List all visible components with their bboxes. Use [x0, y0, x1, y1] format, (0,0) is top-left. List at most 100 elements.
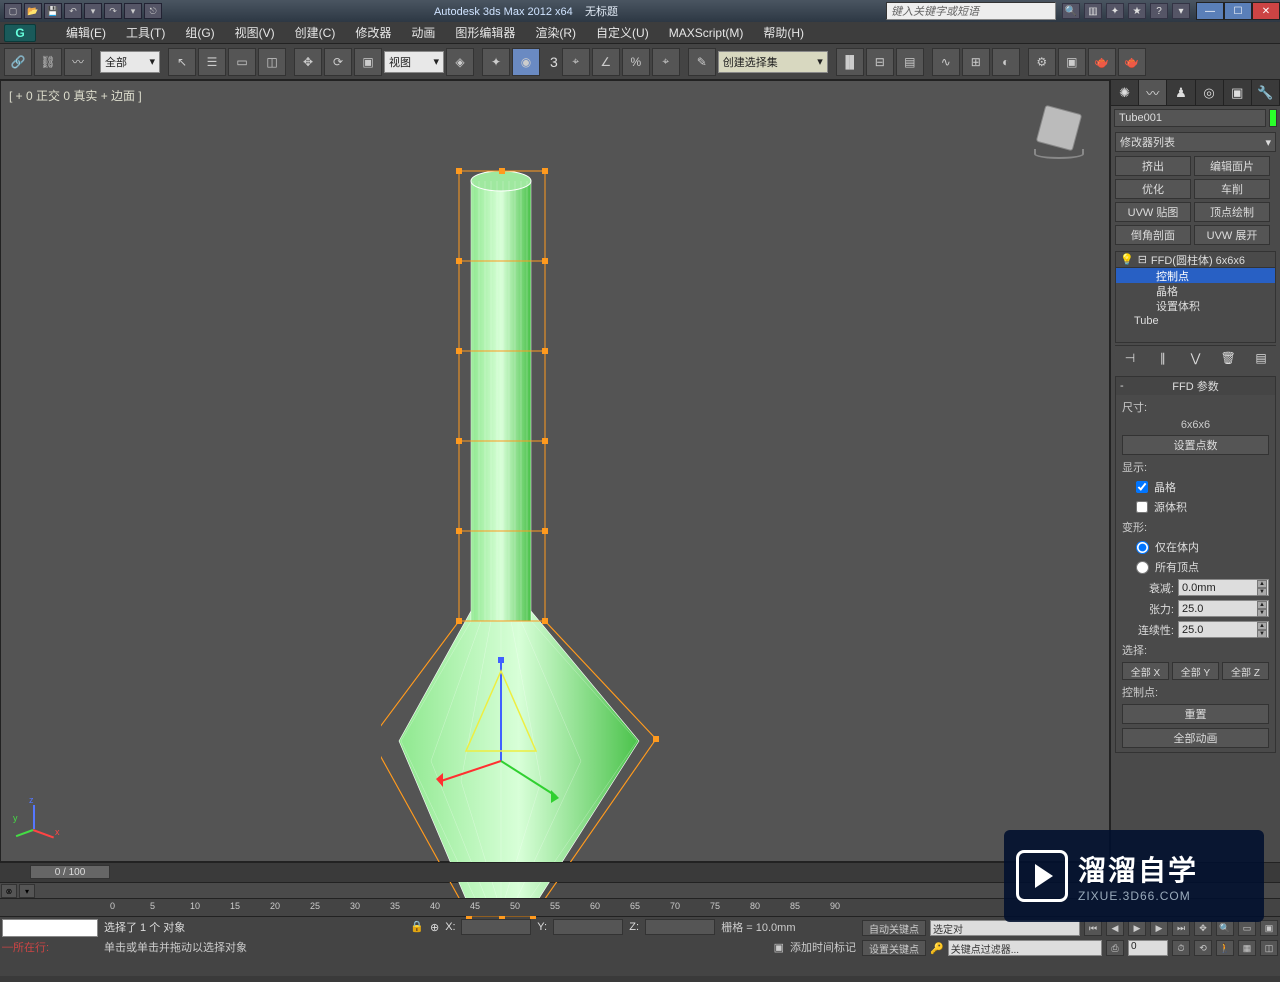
select-all-x-button[interactable]: 全部 X: [1122, 662, 1169, 680]
mod-btn-editpatch[interactable]: 编辑面片: [1194, 156, 1270, 176]
tool-scale-icon[interactable]: ▣: [354, 48, 382, 76]
selection-filter-combo[interactable]: 全部▾: [100, 51, 160, 73]
menu-tools[interactable]: 工具(T): [116, 22, 175, 43]
time-slider-handle[interactable]: 0 / 100: [30, 865, 110, 879]
stack-config-icon[interactable]: ▤: [1252, 350, 1270, 366]
stack-sub-volume[interactable]: 设置体积: [1116, 298, 1275, 313]
stack-sub-controlpoints[interactable]: 控制点: [1116, 268, 1275, 283]
tool-render-prod-icon[interactable]: 🫖: [1118, 48, 1146, 76]
mod-btn-uvwunwrap[interactable]: UVW 展开: [1194, 225, 1270, 245]
stack-base-tube[interactable]: Tube: [1116, 313, 1275, 328]
mod-btn-optimize[interactable]: 优化: [1115, 179, 1191, 199]
tool-material-editor-icon[interactable]: ◐: [992, 48, 1020, 76]
qa-save-icon[interactable]: 💾: [44, 3, 62, 19]
tab-modify-icon[interactable]: 〰: [1139, 80, 1167, 105]
tab-create-icon[interactable]: ✺: [1111, 80, 1139, 105]
spinner-continuity[interactable]: 25.0▲▼: [1178, 621, 1269, 638]
qa-undo-icon[interactable]: ↶: [64, 3, 82, 19]
close-button[interactable]: ✕: [1252, 2, 1280, 20]
qa-open-icon[interactable]: 📂: [24, 3, 42, 19]
check-lattice[interactable]: 晶格: [1122, 479, 1269, 495]
tool-render-icon[interactable]: 🫖: [1088, 48, 1116, 76]
check-source-volume[interactable]: 源体积: [1122, 499, 1269, 515]
named-selection-combo[interactable]: 创建选择集▾: [718, 51, 828, 73]
tool-link-icon[interactable]: 🔗: [4, 48, 32, 76]
tool-named-sel-edit-icon[interactable]: ✎: [688, 48, 716, 76]
ref-coord-combo[interactable]: 视图▾: [384, 51, 444, 73]
snap-angle-icon[interactable]: ∠: [592, 48, 620, 76]
tool-layer-icon[interactable]: ▤: [896, 48, 924, 76]
tool-render-setup-icon[interactable]: ⚙: [1028, 48, 1056, 76]
auto-key-button[interactable]: 自动关键点: [862, 920, 926, 936]
nav-max-toggle-icon[interactable]: ▦: [1238, 940, 1256, 956]
mod-btn-lathe[interactable]: 车削: [1194, 179, 1270, 199]
nav-walk-icon[interactable]: 🚶: [1216, 940, 1234, 956]
menu-views[interactable]: 视图(V): [225, 22, 285, 43]
minimize-button[interactable]: —: [1196, 2, 1224, 20]
rollout-header[interactable]: -FFD 参数: [1116, 377, 1275, 395]
tool-bind-icon[interactable]: 〰: [64, 48, 92, 76]
menu-modifiers[interactable]: 修改器: [345, 22, 401, 43]
tool-window-cross-icon[interactable]: ◫: [258, 48, 286, 76]
menu-create[interactable]: 创建(C): [285, 22, 346, 43]
tool-select-icon[interactable]: ↖: [168, 48, 196, 76]
menu-help[interactable]: 帮助(H): [753, 22, 814, 43]
modifier-list-combo[interactable]: 修改器列表▾: [1115, 132, 1276, 152]
coord-toggle-icon[interactable]: ⊕: [430, 921, 439, 934]
mod-btn-extrude[interactable]: 挤出: [1115, 156, 1191, 176]
trackbar-key-icon[interactable]: ⊗: [1, 884, 17, 898]
set-points-button[interactable]: 设置点数: [1122, 435, 1269, 455]
set-key-button[interactable]: 设置关键点: [862, 940, 926, 956]
tab-motion-icon[interactable]: ◎: [1196, 80, 1224, 105]
nav-orbit-icon[interactable]: ⟲: [1194, 940, 1212, 956]
prev-frame-icon[interactable]: ◀: [1106, 920, 1124, 936]
snap-toggle-icon[interactable]: ⌖: [562, 48, 590, 76]
add-time-tag[interactable]: 添加时间标记: [790, 939, 856, 955]
current-frame-field[interactable]: 0: [1128, 940, 1168, 956]
object-color-swatch[interactable]: [1269, 109, 1277, 127]
mod-btn-bevelprofile[interactable]: 倒角剖面: [1115, 225, 1191, 245]
modifier-stack[interactable]: 💡⊟FFD(圆柱体) 6x6x6 控制点 晶格 设置体积 Tube: [1115, 251, 1276, 343]
infocenter-help-icon[interactable]: ?: [1150, 3, 1168, 19]
viewport-label[interactable]: [ + 0 正交 0 真实 + 边面 ]: [9, 87, 142, 104]
mod-btn-vertexpaint[interactable]: 顶点绘制: [1194, 202, 1270, 222]
trackbar-menu-icon[interactable]: ▾: [19, 884, 35, 898]
stack-bulb-icon[interactable]: 💡: [1120, 253, 1134, 266]
menu-edit[interactable]: 编辑(E): [56, 22, 116, 43]
next-frame-icon[interactable]: ▶: [1150, 920, 1168, 936]
tool-rect-select-icon[interactable]: ▭: [228, 48, 256, 76]
animate-all-button[interactable]: 全部动画: [1122, 728, 1269, 748]
viewport-object-vase[interactable]: [381, 141, 681, 921]
goto-start-icon[interactable]: ⏮: [1084, 920, 1102, 936]
stack-show-icon[interactable]: ∥: [1154, 350, 1172, 366]
stack-sub-lattice[interactable]: 晶格: [1116, 283, 1275, 298]
select-all-z-button[interactable]: 全部 Z: [1222, 662, 1269, 680]
stack-pin-icon[interactable]: ⊣: [1121, 350, 1139, 366]
coord-z-field[interactable]: [645, 919, 715, 935]
spinner-tension[interactable]: 25.0▲▼: [1178, 600, 1269, 617]
radio-all[interactable]: 所有顶点: [1122, 559, 1269, 575]
stack-unique-icon[interactable]: ⋁: [1187, 350, 1205, 366]
tool-rotate-icon[interactable]: ⟳: [324, 48, 352, 76]
coord-x-field[interactable]: [461, 919, 531, 935]
lock-icon[interactable]: 🔒: [410, 920, 424, 934]
tool-unlink-icon[interactable]: ⛓: [34, 48, 62, 76]
nav-region-icon[interactable]: ◫: [1260, 940, 1278, 956]
qa-undo-drop-icon[interactable]: ▾: [84, 3, 102, 19]
nav-fov-icon[interactable]: ▭: [1238, 920, 1256, 936]
snap-spinner-icon[interactable]: ⌖: [652, 48, 680, 76]
maximize-button[interactable]: ☐: [1224, 2, 1252, 20]
qa-link-icon[interactable]: ⎋: [144, 3, 162, 19]
tool-align-icon[interactable]: ⊟: [866, 48, 894, 76]
object-name-field[interactable]: [1114, 109, 1266, 127]
tool-render-frame-icon[interactable]: ▣: [1058, 48, 1086, 76]
select-all-y-button[interactable]: 全部 Y: [1172, 662, 1219, 680]
menu-customize[interactable]: 自定义(U): [586, 22, 659, 43]
search-input[interactable]: 键入关键字或短语: [886, 2, 1056, 20]
goto-end-icon[interactable]: ⏭: [1172, 920, 1190, 936]
tab-utilities-icon[interactable]: 🔧: [1252, 80, 1280, 105]
menu-animation[interactable]: 动画: [401, 22, 445, 43]
play-icon[interactable]: ▶: [1128, 920, 1146, 936]
qa-redo-icon[interactable]: ↷: [104, 3, 122, 19]
menu-maxscript[interactable]: MAXScript(M): [659, 24, 754, 42]
